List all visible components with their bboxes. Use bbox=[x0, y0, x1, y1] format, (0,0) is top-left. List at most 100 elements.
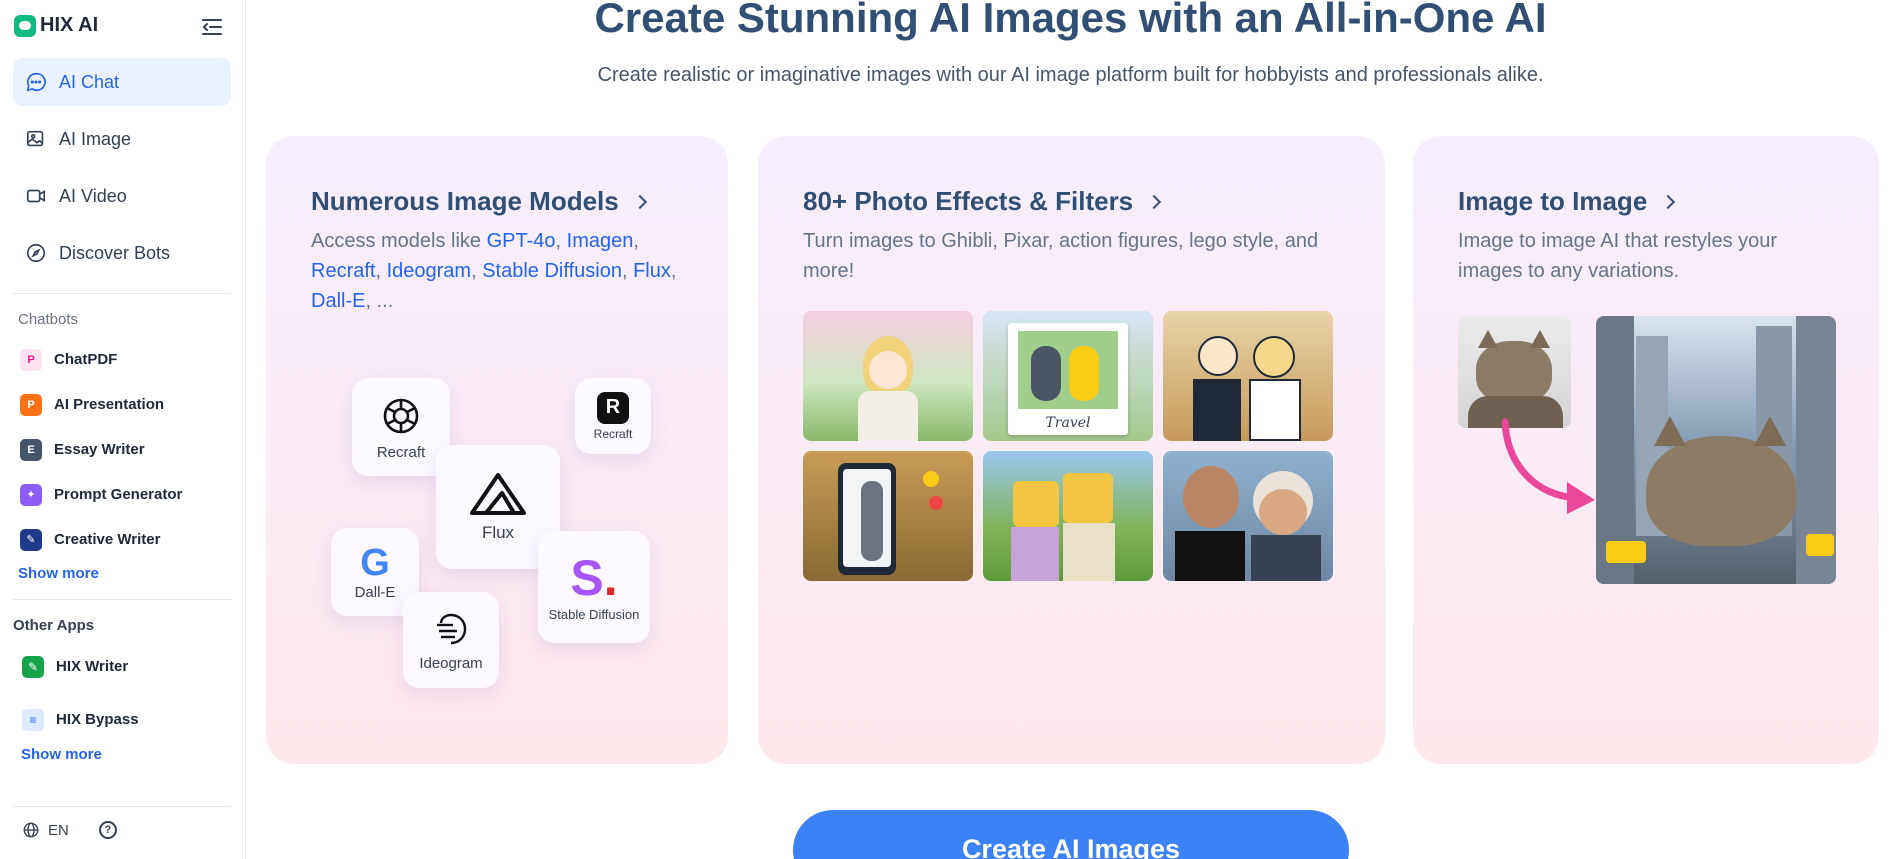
model-tile-recraft: R Recraft bbox=[575, 378, 651, 454]
chatbot-item-prompt-generator[interactable]: ✦ Prompt Generator bbox=[20, 472, 230, 517]
chatbot-label: Essay Writer bbox=[54, 441, 145, 458]
desc-prefix: Access models like bbox=[311, 230, 487, 252]
polaroid-caption: Travel bbox=[1045, 415, 1091, 431]
chatbots-heading: Chatbots bbox=[18, 311, 79, 328]
model-link-dall-e[interactable]: Dall-E bbox=[311, 290, 365, 312]
divider bbox=[13, 599, 231, 600]
model-link-recraft[interactable]: Recraft bbox=[311, 260, 375, 282]
card-title-link[interactable]: Numerous Image Models bbox=[311, 186, 647, 217]
sample-image-phone-effect bbox=[803, 451, 973, 581]
nav-item-discover-bots[interactable]: Discover Bots bbox=[13, 229, 231, 277]
chatbot-label: Prompt Generator bbox=[54, 486, 183, 503]
ideogram-logo-icon bbox=[437, 613, 467, 644]
model-link-gpt4o[interactable]: GPT-4o bbox=[487, 230, 556, 252]
card-title-link[interactable]: Image to Image bbox=[1458, 186, 1676, 217]
hix-logo-icon bbox=[14, 14, 36, 37]
pdf-icon: P bbox=[20, 348, 42, 371]
brand-name: HIX AI bbox=[40, 14, 99, 36]
sample-image-selfie-einstein bbox=[1163, 451, 1333, 581]
source-image-cat bbox=[1458, 316, 1571, 428]
other-apps-list: ✎ HIX Writer ≡ HIX Bypass bbox=[22, 640, 232, 746]
compass-icon bbox=[26, 243, 46, 263]
tile-label: Flux bbox=[481, 523, 515, 542]
chatbot-list: P ChatPDF P AI Presentation E Essay Writ… bbox=[20, 337, 230, 562]
card-photo-effects: 80+ Photo Effects & Filters Turn images … bbox=[758, 136, 1385, 764]
card-title-text: 80+ Photo Effects & Filters bbox=[803, 186, 1134, 216]
chatbot-label: Creative Writer bbox=[54, 531, 161, 548]
sidebar: HIX AI AI Chat AI Image AI Video Discove… bbox=[0, 0, 246, 859]
chatbot-label: ChatPDF bbox=[54, 351, 118, 368]
divider bbox=[13, 293, 231, 294]
app-item-hix-writer[interactable]: ✎ HIX Writer bbox=[22, 640, 232, 693]
sample-image-action-figures: Travel bbox=[983, 311, 1153, 441]
app-label: HIX Bypass bbox=[56, 711, 139, 728]
chat-icon bbox=[26, 72, 46, 92]
globe-icon[interactable] bbox=[22, 821, 40, 839]
other-apps-heading: Other Apps bbox=[13, 617, 95, 634]
app-label: HIX Writer bbox=[56, 658, 129, 675]
essay-icon: E bbox=[20, 438, 42, 461]
other-apps-show-more-link[interactable]: Show more bbox=[21, 746, 102, 763]
chevron-right-icon bbox=[1661, 194, 1676, 209]
tile-label: Stable Diffusion bbox=[548, 606, 640, 622]
card-description: Image to image AI that restyles your ima… bbox=[1458, 230, 1778, 282]
brand-logo[interactable]: HIX AI bbox=[14, 14, 98, 37]
sample-image-wedding-comic bbox=[1163, 311, 1333, 441]
main-nav: AI Chat AI Image AI Video Discover Bots bbox=[13, 58, 231, 286]
chatbots-show-more-link[interactable]: Show more bbox=[18, 565, 99, 582]
tile-label: Recraft bbox=[593, 426, 633, 441]
chevron-right-icon bbox=[632, 194, 647, 209]
chatbot-item-creative-writer[interactable]: ✎ Creative Writer bbox=[20, 517, 230, 562]
card-title-text: Numerous Image Models bbox=[311, 186, 619, 216]
divider bbox=[13, 806, 231, 807]
result-image-cat-city bbox=[1596, 316, 1836, 584]
sample-image-lego-style bbox=[983, 451, 1153, 581]
writer-icon: ✎ bbox=[22, 655, 44, 678]
desc-suffix: ... bbox=[376, 290, 394, 312]
chatbot-label: AI Presentation bbox=[54, 396, 165, 413]
stable-diffusion-logo-icon: S. bbox=[570, 549, 618, 606]
card-image-to-image: Image to Image Image to image AI that re… bbox=[1413, 136, 1879, 764]
transform-arrow-icon bbox=[1501, 418, 1595, 514]
nav-label: Discover Bots bbox=[59, 242, 171, 263]
nav-label: AI Chat bbox=[59, 71, 120, 92]
chatbot-item-ai-presentation[interactable]: P AI Presentation bbox=[20, 382, 230, 427]
nav-item-ai-chat[interactable]: AI Chat bbox=[13, 58, 231, 106]
prompt-icon: ✦ bbox=[20, 483, 42, 506]
image-icon bbox=[26, 130, 44, 147]
card-title-link[interactable]: 80+ Photo Effects & Filters bbox=[803, 186, 1162, 217]
page-subtitle: Create realistic or imaginative images w… bbox=[597, 64, 1544, 86]
model-link-ideogram[interactable]: Ideogram bbox=[387, 260, 472, 282]
google-logo-icon: G bbox=[360, 541, 390, 584]
sidebar-footer: EN ? bbox=[22, 821, 117, 839]
card-image-models: Numerous Image Models Access models like… bbox=[266, 136, 728, 764]
model-tile-ideogram: Ideogram bbox=[403, 592, 499, 688]
nav-label: AI Image bbox=[59, 128, 132, 149]
sample-image-ghibli bbox=[803, 311, 973, 441]
flux-logo-icon bbox=[470, 473, 526, 515]
model-link-flux[interactable]: Flux bbox=[633, 260, 671, 282]
bypass-icon: ≡ bbox=[22, 708, 44, 731]
tile-label: Recraft bbox=[376, 443, 426, 461]
nav-item-ai-video[interactable]: AI Video bbox=[13, 172, 231, 220]
main-content: Create Stunning AI Images with an All-in… bbox=[247, 0, 1894, 859]
model-link-imagen[interactable]: Imagen bbox=[567, 230, 634, 252]
nav-item-ai-image[interactable]: AI Image bbox=[13, 115, 231, 163]
app-item-hix-bypass[interactable]: ≡ HIX Bypass bbox=[22, 693, 232, 746]
video-icon bbox=[26, 189, 46, 203]
model-link-stable-diffusion[interactable]: Stable Diffusion bbox=[482, 260, 622, 282]
chatbot-item-chatpdf[interactable]: P ChatPDF bbox=[20, 337, 230, 382]
help-icon[interactable]: ? bbox=[98, 821, 117, 839]
chatbot-item-essay-writer[interactable]: E Essay Writer bbox=[20, 427, 230, 472]
language-selector[interactable]: EN bbox=[48, 822, 69, 839]
openai-logo-icon bbox=[383, 398, 419, 433]
collapse-sidebar-icon[interactable] bbox=[200, 16, 224, 38]
model-tile-stable-diffusion: S. Stable Diffusion bbox=[538, 531, 650, 643]
tile-label: Dall-E bbox=[354, 583, 396, 601]
card-description: Access models like GPT-4o, Imagen, Recra… bbox=[311, 230, 677, 312]
creative-icon: ✎ bbox=[20, 528, 42, 551]
chevron-right-icon bbox=[1147, 194, 1162, 209]
card-description: Turn images to Ghibli, Pixar, action fig… bbox=[803, 230, 1319, 282]
recraft-logo-icon: R bbox=[597, 391, 629, 424]
create-ai-images-button[interactable]: Create AI Images bbox=[793, 810, 1349, 859]
